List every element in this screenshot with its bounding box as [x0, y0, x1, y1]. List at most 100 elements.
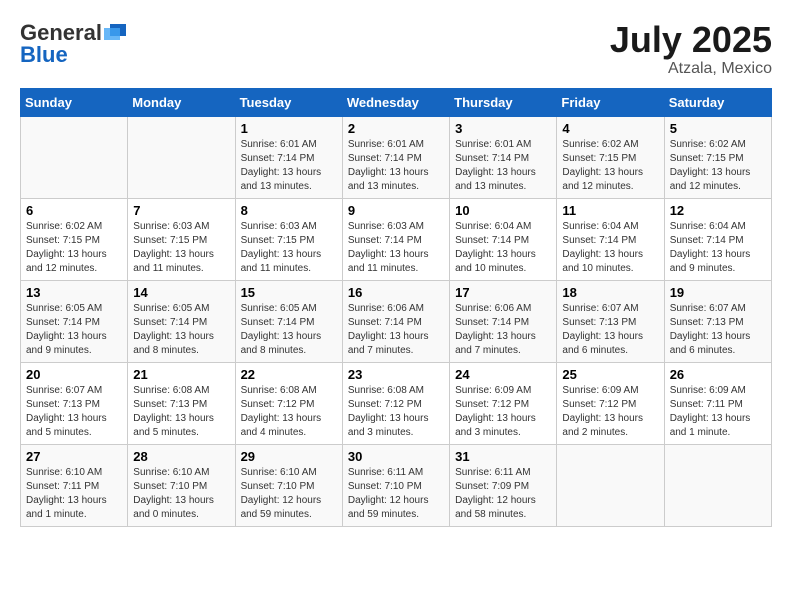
col-header-monday: Monday [128, 88, 235, 116]
day-number: 4 [562, 121, 658, 136]
calendar-cell: 9 Sunrise: 6:03 AM Sunset: 7:14 PM Daylig… [342, 198, 449, 280]
day-number: 5 [670, 121, 766, 136]
day-number: 8 [241, 203, 337, 218]
day-number: 15 [241, 285, 337, 300]
day-number: 20 [26, 367, 122, 382]
calendar-table: SundayMondayTuesdayWednesdayThursdayFrid… [20, 88, 772, 527]
day-number: 2 [348, 121, 444, 136]
calendar-cell: 8 Sunrise: 6:03 AM Sunset: 7:15 PM Daylig… [235, 198, 342, 280]
calendar-cell: 6 Sunrise: 6:02 AM Sunset: 7:15 PM Daylig… [21, 198, 128, 280]
calendar-cell: 3 Sunrise: 6:01 AM Sunset: 7:14 PM Daylig… [450, 116, 557, 198]
day-number: 6 [26, 203, 122, 218]
day-detail: Sunrise: 6:11 AM Sunset: 7:10 PM Dayligh… [348, 467, 429, 520]
day-detail: Sunrise: 6:03 AM Sunset: 7:14 PM Dayligh… [348, 221, 429, 274]
calendar-cell: 4 Sunrise: 6:02 AM Sunset: 7:15 PM Daylig… [557, 116, 664, 198]
day-number: 1 [241, 121, 337, 136]
day-detail: Sunrise: 6:05 AM Sunset: 7:14 PM Dayligh… [26, 303, 107, 356]
week-row-2: 6 Sunrise: 6:02 AM Sunset: 7:15 PM Daylig… [21, 198, 772, 280]
calendar-cell: 20 Sunrise: 6:07 AM Sunset: 7:13 PM Dayli… [21, 362, 128, 444]
day-detail: Sunrise: 6:08 AM Sunset: 7:13 PM Dayligh… [133, 385, 214, 438]
calendar-cell: 28Sunrise: 6:10 AM Sunset: 7:10 PM Dayli… [128, 444, 235, 526]
page-header: General Blue July 2025 Atzala, Mexico [20, 20, 772, 78]
title-block: July 2025 Atzala, Mexico [610, 20, 772, 78]
day-number: 26 [670, 367, 766, 382]
day-number: 17 [455, 285, 551, 300]
calendar-cell: 16 Sunrise: 6:06 AM Sunset: 7:14 PM Dayli… [342, 280, 449, 362]
calendar-cell: 12 Sunrise: 6:04 AM Sunset: 7:14 PM Dayli… [664, 198, 771, 280]
day-number: 18 [562, 285, 658, 300]
week-row-3: 13 Sunrise: 6:05 AM Sunset: 7:14 PM Dayli… [21, 280, 772, 362]
day-detail: Sunrise: 6:04 AM Sunset: 7:14 PM Dayligh… [562, 221, 643, 274]
day-detail: Sunrise: 6:02 AM Sunset: 7:15 PM Dayligh… [562, 139, 643, 192]
day-number: 22 [241, 367, 337, 382]
day-detail: Sunrise: 6:02 AM Sunset: 7:15 PM Dayligh… [26, 221, 107, 274]
calendar-cell: 23Sunrise: 6:08 AM Sunset: 7:12 PM Dayli… [342, 362, 449, 444]
day-detail: Sunrise: 6:09 AM Sunset: 7:11 PM Dayligh… [670, 385, 751, 438]
calendar-cell: 30Sunrise: 6:11 AM Sunset: 7:10 PM Dayli… [342, 444, 449, 526]
day-number: 7 [133, 203, 229, 218]
calendar-cell: 7Sunrise: 6:03 AM Sunset: 7:15 PM Daylig… [128, 198, 235, 280]
calendar-cell: 17 Sunrise: 6:06 AM Sunset: 7:14 PM Dayli… [450, 280, 557, 362]
calendar-cell [557, 444, 664, 526]
calendar-cell: 25 Sunrise: 6:09 AM Sunset: 7:12 PM Dayli… [557, 362, 664, 444]
day-detail: Sunrise: 6:06 AM Sunset: 7:14 PM Dayligh… [348, 303, 429, 356]
day-number: 23 [348, 367, 444, 382]
day-detail: Sunrise: 6:10 AM Sunset: 7:10 PM Dayligh… [241, 467, 322, 520]
calendar-cell: 26 Sunrise: 6:09 AM Sunset: 7:11 PM Dayli… [664, 362, 771, 444]
day-detail: Sunrise: 6:03 AM Sunset: 7:15 PM Dayligh… [241, 221, 322, 274]
calendar-cell: 18Sunrise: 6:07 AM Sunset: 7:13 PM Dayli… [557, 280, 664, 362]
week-row-4: 20 Sunrise: 6:07 AM Sunset: 7:13 PM Dayli… [21, 362, 772, 444]
calendar-cell: 31Sunrise: 6:11 AM Sunset: 7:09 PM Dayli… [450, 444, 557, 526]
day-number: 14 [133, 285, 229, 300]
day-number: 28 [133, 449, 229, 464]
calendar-cell: 11 Sunrise: 6:04 AM Sunset: 7:14 PM Dayli… [557, 198, 664, 280]
day-number: 3 [455, 121, 551, 136]
day-detail: Sunrise: 6:04 AM Sunset: 7:14 PM Dayligh… [455, 221, 536, 274]
calendar-cell: 10Sunrise: 6:04 AM Sunset: 7:14 PM Dayli… [450, 198, 557, 280]
calendar-cell [21, 116, 128, 198]
calendar-cell: 14 Sunrise: 6:05 AM Sunset: 7:14 PM Dayli… [128, 280, 235, 362]
day-detail: Sunrise: 6:02 AM Sunset: 7:15 PM Dayligh… [670, 139, 751, 192]
calendar-cell: 5 Sunrise: 6:02 AM Sunset: 7:15 PM Daylig… [664, 116, 771, 198]
day-detail: Sunrise: 6:05 AM Sunset: 7:14 PM Dayligh… [241, 303, 322, 356]
day-number: 16 [348, 285, 444, 300]
day-detail: Sunrise: 6:06 AM Sunset: 7:14 PM Dayligh… [455, 303, 536, 356]
logo-icon [104, 24, 126, 42]
day-detail: Sunrise: 6:04 AM Sunset: 7:14 PM Dayligh… [670, 221, 751, 274]
calendar-title: July 2025 [610, 20, 772, 60]
day-number: 24 [455, 367, 551, 382]
col-header-saturday: Saturday [664, 88, 771, 116]
day-number: 9 [348, 203, 444, 218]
calendar-cell [664, 444, 771, 526]
day-detail: Sunrise: 6:08 AM Sunset: 7:12 PM Dayligh… [241, 385, 322, 438]
col-header-tuesday: Tuesday [235, 88, 342, 116]
week-row-5: 27Sunrise: 6:10 AM Sunset: 7:11 PM Dayli… [21, 444, 772, 526]
calendar-cell: 29 Sunrise: 6:10 AM Sunset: 7:10 PM Dayli… [235, 444, 342, 526]
day-detail: Sunrise: 6:10 AM Sunset: 7:11 PM Dayligh… [26, 467, 107, 520]
day-detail: Sunrise: 6:05 AM Sunset: 7:14 PM Dayligh… [133, 303, 214, 356]
calendar-cell: 22 Sunrise: 6:08 AM Sunset: 7:12 PM Dayli… [235, 362, 342, 444]
day-number: 11 [562, 203, 658, 218]
day-number: 12 [670, 203, 766, 218]
calendar-cell: 2 Sunrise: 6:01 AM Sunset: 7:14 PM Daylig… [342, 116, 449, 198]
day-detail: Sunrise: 6:07 AM Sunset: 7:13 PM Dayligh… [670, 303, 751, 356]
day-number: 29 [241, 449, 337, 464]
day-detail: Sunrise: 6:09 AM Sunset: 7:12 PM Dayligh… [562, 385, 643, 438]
calendar-cell: 19 Sunrise: 6:07 AM Sunset: 7:13 PM Dayli… [664, 280, 771, 362]
calendar-cell: 24 Sunrise: 6:09 AM Sunset: 7:12 PM Dayli… [450, 362, 557, 444]
week-row-1: 1 Sunrise: 6:01 AM Sunset: 7:14 PM Daylig… [21, 116, 772, 198]
day-detail: Sunrise: 6:07 AM Sunset: 7:13 PM Dayligh… [26, 385, 107, 438]
day-number: 25 [562, 367, 658, 382]
day-number: 13 [26, 285, 122, 300]
day-detail: Sunrise: 6:01 AM Sunset: 7:14 PM Dayligh… [241, 139, 322, 192]
day-detail: Sunrise: 6:01 AM Sunset: 7:14 PM Dayligh… [348, 139, 429, 192]
day-detail: Sunrise: 6:09 AM Sunset: 7:12 PM Dayligh… [455, 385, 536, 438]
day-detail: Sunrise: 6:01 AM Sunset: 7:14 PM Dayligh… [455, 139, 536, 192]
calendar-cell: 1 Sunrise: 6:01 AM Sunset: 7:14 PM Daylig… [235, 116, 342, 198]
day-number: 19 [670, 285, 766, 300]
col-header-sunday: Sunday [21, 88, 128, 116]
col-header-friday: Friday [557, 88, 664, 116]
col-header-wednesday: Wednesday [342, 88, 449, 116]
day-number: 31 [455, 449, 551, 464]
calendar-cell [128, 116, 235, 198]
